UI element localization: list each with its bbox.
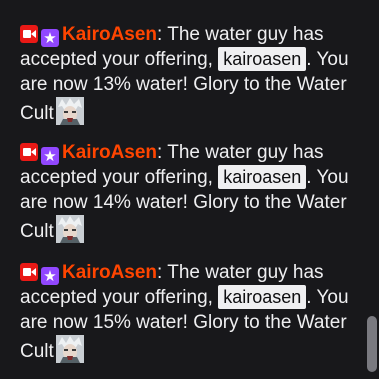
chat-message: ★ KairoAsen: The water guy has accepted y… <box>20 22 360 126</box>
prime-star-badge-icon[interactable]: ★ <box>41 147 59 165</box>
mention-chip[interactable]: kairoasen <box>218 285 307 309</box>
mention-chip[interactable]: kairoasen <box>218 165 307 189</box>
chat-username[interactable]: KairoAsen <box>62 262 157 283</box>
camera-badge-icon[interactable] <box>20 25 38 43</box>
chat-message: ★ KairoAsen: The water guy has accepted y… <box>20 260 360 364</box>
chat-scrollbar[interactable] <box>367 316 377 372</box>
chat-username[interactable]: KairoAsen <box>62 24 157 45</box>
anime-face-emote-icon[interactable] <box>55 335 84 363</box>
prime-star-badge-icon[interactable]: ★ <box>41 267 59 285</box>
prime-star-badge-icon[interactable]: ★ <box>41 29 59 47</box>
camera-badge-icon[interactable] <box>20 143 38 161</box>
camera-badge-icon[interactable] <box>20 263 38 281</box>
chat-panel: ★ KairoAsen: The water guy has accepted y… <box>0 0 379 379</box>
anime-face-emote-icon[interactable] <box>55 215 84 243</box>
anime-face-emote-icon[interactable] <box>55 97 84 125</box>
mention-chip[interactable]: kairoasen <box>218 47 307 71</box>
chat-username[interactable]: KairoAsen <box>62 142 157 163</box>
chat-message: ★ KairoAsen: The water guy has accepted y… <box>20 140 360 244</box>
